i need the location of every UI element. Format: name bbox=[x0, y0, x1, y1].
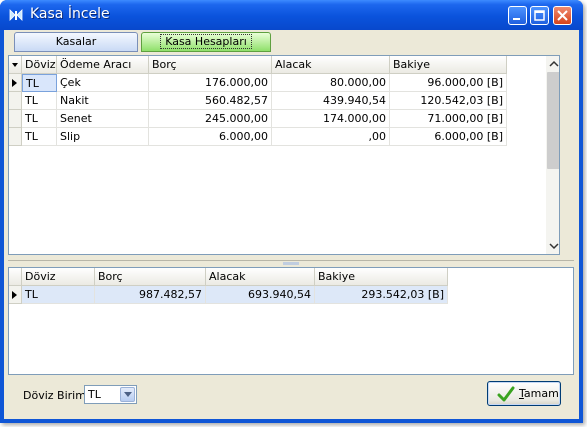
cell-method[interactable]: Nakit bbox=[57, 92, 149, 110]
cell-currency[interactable]: TL bbox=[22, 286, 95, 304]
cell-currency[interactable]: TL bbox=[22, 92, 57, 110]
cell-debit[interactable]: 245.000,00 bbox=[149, 110, 272, 128]
accounts-grid[interactable]: Döviz Ödeme Aracı Borç Alacak Bakiye TL … bbox=[8, 55, 560, 255]
ok-button-label-rest: amam bbox=[523, 387, 559, 400]
check-icon bbox=[497, 386, 515, 402]
column-header-currency[interactable]: Döviz bbox=[22, 268, 95, 286]
minimize-icon bbox=[513, 18, 520, 20]
cell-credit[interactable]: 439.940,54 bbox=[272, 92, 390, 110]
cell-debit[interactable]: 6.000,00 bbox=[149, 128, 272, 146]
tab-kasa-hesaplari[interactable]: Kasa Hesapları bbox=[141, 32, 271, 52]
cell-balance[interactable]: 71.000,00 [B] bbox=[390, 110, 507, 128]
cell-credit[interactable]: 174.000,00 bbox=[272, 110, 390, 128]
cell-method[interactable]: Slip bbox=[57, 128, 149, 146]
column-chooser-button[interactable] bbox=[9, 56, 22, 74]
close-button[interactable] bbox=[553, 6, 572, 25]
currency-unit-value: TL bbox=[88, 388, 101, 401]
column-header-balance[interactable]: Bakiye bbox=[315, 268, 448, 286]
window-title: Kasa İncele bbox=[30, 6, 110, 22]
column-header-method[interactable]: Ödeme Aracı bbox=[57, 56, 149, 74]
row-indicator[interactable] bbox=[9, 110, 22, 128]
cell-credit[interactable]: 80.000,00 bbox=[272, 74, 390, 92]
cell-method[interactable]: Senet bbox=[57, 110, 149, 128]
column-header-currency[interactable]: Döviz bbox=[22, 56, 57, 74]
app-icon bbox=[9, 9, 23, 21]
cell-balance[interactable]: 120.542,03 [B] bbox=[390, 92, 507, 110]
chevron-down-icon bbox=[12, 63, 18, 67]
currency-dropdown-button[interactable] bbox=[120, 387, 135, 402]
ok-button-label: Tamam bbox=[519, 387, 559, 400]
cell-debit[interactable]: 560.482,57 bbox=[149, 92, 272, 110]
totals-grid[interactable]: Döviz Borç Alacak Bakiye TL 987.482,57 6… bbox=[8, 267, 574, 375]
cell-balance[interactable]: 6.000,00 [B] bbox=[390, 128, 507, 146]
cell-balance[interactable]: 293.542,03 [B] bbox=[315, 286, 448, 304]
row-pointer-icon bbox=[12, 79, 17, 87]
column-header-credit[interactable]: Alacak bbox=[206, 268, 315, 286]
totals-header-corner bbox=[9, 268, 22, 286]
maximize-icon bbox=[534, 10, 545, 21]
cell-debit[interactable]: 987.482,57 bbox=[95, 286, 206, 304]
splitter-grip[interactable] bbox=[283, 262, 299, 265]
column-header-balance[interactable]: Bakiye bbox=[390, 56, 507, 74]
vertical-scrollbar[interactable] bbox=[546, 56, 559, 254]
scroll-thumb[interactable] bbox=[547, 72, 559, 169]
cell-credit[interactable]: ,00 bbox=[272, 128, 390, 146]
row-indicator[interactable] bbox=[9, 92, 22, 110]
cell-balance[interactable]: 96.000,00 [B] bbox=[390, 74, 507, 92]
scroll-up-button[interactable] bbox=[546, 56, 559, 72]
cell-currency[interactable]: TL bbox=[22, 110, 57, 128]
row-indicator[interactable] bbox=[9, 128, 22, 146]
chevron-up-icon bbox=[549, 60, 559, 67]
column-header-debit[interactable]: Borç bbox=[95, 268, 206, 286]
title-bar[interactable]: Kasa İncele bbox=[0, 0, 583, 30]
column-header-credit[interactable]: Alacak bbox=[272, 56, 390, 74]
column-header-debit[interactable]: Borç bbox=[149, 56, 272, 74]
chevron-down-icon bbox=[549, 243, 559, 250]
ok-button[interactable]: Tamam bbox=[487, 381, 561, 406]
minimize-button[interactable] bbox=[508, 6, 527, 25]
chevron-down-icon bbox=[124, 392, 132, 397]
tab-label: Kasa Hesapları bbox=[160, 34, 252, 49]
row-indicator[interactable] bbox=[9, 74, 22, 92]
maximize-button[interactable] bbox=[530, 6, 549, 25]
cell-credit[interactable]: 693.940,54 bbox=[206, 286, 315, 304]
currency-unit-select[interactable]: TL bbox=[84, 385, 137, 404]
cell-debit[interactable]: 176.000,00 bbox=[149, 74, 272, 92]
close-icon bbox=[557, 10, 568, 21]
row-pointer-icon bbox=[12, 291, 17, 299]
tab-label: Kasalar bbox=[55, 35, 97, 48]
tab-kasalar[interactable]: Kasalar bbox=[14, 32, 138, 52]
currency-unit-label: Döviz Birimi bbox=[23, 389, 89, 402]
cell-currency[interactable]: TL bbox=[22, 128, 57, 146]
row-indicator[interactable] bbox=[9, 286, 22, 304]
scroll-down-button[interactable] bbox=[546, 238, 559, 254]
window: Kasa İncele Kasalar Kasa Hesapları Döviz… bbox=[0, 0, 583, 423]
cell-method[interactable]: Çek bbox=[57, 74, 149, 92]
cell-currency[interactable]: TL bbox=[22, 74, 57, 92]
dialog-body: Kasalar Kasa Hesapları Döviz Ödeme Aracı… bbox=[4, 30, 579, 419]
